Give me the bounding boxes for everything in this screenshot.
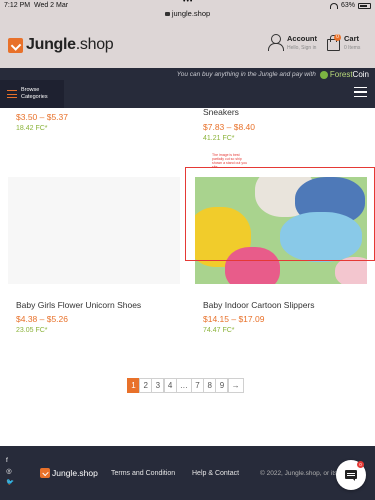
footer-logo[interactable]: Jungle.shop <box>40 468 98 478</box>
product-fc-price: 41.21 FC* <box>203 135 235 142</box>
twitter-icon[interactable]: 🐦 <box>6 479 14 487</box>
product-price: $7.83 – $8.40 <box>203 122 255 132</box>
light-pink-slipper <box>335 257 367 284</box>
help-contact-link[interactable]: Help & Contact <box>192 470 239 477</box>
product-price: $3.50 – $5.37 <box>16 112 68 122</box>
page-2[interactable]: 2 <box>139 378 153 393</box>
social-links: f ◎ 🐦 <box>6 457 14 487</box>
cart-button[interactable]: 0 Cart 0 Items <box>326 34 360 51</box>
facebook-icon[interactable]: f <box>6 457 14 465</box>
page-1[interactable]: 1 <box>127 378 140 393</box>
hamburger-menu-icon[interactable] <box>354 87 367 97</box>
menu-lines-icon <box>7 90 17 98</box>
product-title[interactable]: Sneakers <box>203 107 239 117</box>
account-label: Account <box>287 34 317 43</box>
product-card[interactable]: Baby Girls Flower Unicorn Shoes $4.38 – … <box>16 300 180 334</box>
main-nav: You can buy anything in the Jungle and p… <box>0 68 375 108</box>
product-fc-price: 74.47 FC* <box>203 327 235 334</box>
battery-icon <box>358 2 371 9</box>
promo-banner: You can buy anything in the Jungle and p… <box>176 70 369 79</box>
user-icon <box>268 34 284 51</box>
account-sub: Hello, Sign in <box>287 45 317 51</box>
logo-cart-icon <box>40 468 50 478</box>
next-page-arrow-icon[interactable]: → <box>227 378 244 393</box>
site-logo[interactable]: Jungle.shop <box>8 36 114 54</box>
page-4[interactable]: 4 <box>163 378 177 393</box>
product-image-placeholder[interactable] <box>8 177 180 284</box>
product-title[interactable]: Baby Indoor Cartoon Slippers <box>203 300 367 310</box>
account-button[interactable]: Account Hello, Sign in <box>268 34 317 51</box>
page-7[interactable]: 7 <box>191 378 205 393</box>
product-card[interactable]: $3.50 – $5.37 18.42 FC* <box>16 112 180 132</box>
address-bar[interactable]: jungle.shop <box>0 9 375 18</box>
page-3[interactable]: 3 <box>151 378 165 393</box>
terms-link[interactable]: Terms and Condition <box>111 470 175 477</box>
cart-sub: 0 Items <box>344 45 361 51</box>
status-bar: 7:12 PM Wed 2 Mar ••• jungle.shop 63% <box>0 0 375 20</box>
browse-categories-button[interactable]: Browse Categories <box>0 80 64 108</box>
chat-badge: 0 <box>357 461 364 468</box>
status-time: 7:12 PM Wed 2 Mar <box>4 2 69 9</box>
tab-dots: ••• <box>183 0 194 5</box>
site-footer: f ◎ 🐦 Jungle.shop Terms and Condition He… <box>0 446 375 500</box>
product-price: $14.15 – $17.09 <box>203 314 265 324</box>
forestcoin-icon <box>319 70 328 79</box>
product-fc-price: 18.42 FC* <box>16 125 48 132</box>
battery-percent: 63% <box>340 2 355 9</box>
product-card[interactable]: $7.83 – $8.40 41.21 FC* <box>203 122 367 142</box>
chat-button[interactable]: 0 <box>336 460 366 490</box>
lock-icon <box>164 12 170 17</box>
cart-label: Cart <box>344 34 360 43</box>
product-card[interactable]: Baby Indoor Cartoon Slippers $14.15 – $1… <box>203 300 367 334</box>
highlight-box <box>185 167 375 261</box>
product-fc-price: 23.05 FC* <box>16 327 48 334</box>
instagram-icon[interactable]: ◎ <box>6 468 14 476</box>
cart-count-badge: 0 <box>334 34 341 41</box>
page-8[interactable]: 8 <box>203 378 217 393</box>
product-title[interactable]: Baby Girls Flower Unicorn Shoes <box>16 300 180 310</box>
status-right: 63% <box>329 2 371 9</box>
page-ellipsis: … <box>175 378 192 393</box>
shopping-bag-icon: 0 <box>326 34 341 51</box>
wifi-icon <box>329 2 338 9</box>
pagination: 1 2 3 4 … 7 8 9 → <box>127 378 244 393</box>
site-header: Jungle.shop Account Hello, Sign in 0 Car… <box>0 20 375 68</box>
product-price: $4.38 – $5.26 <box>16 314 68 324</box>
page-9[interactable]: 9 <box>215 378 229 393</box>
logo-cart-icon <box>8 37 23 53</box>
